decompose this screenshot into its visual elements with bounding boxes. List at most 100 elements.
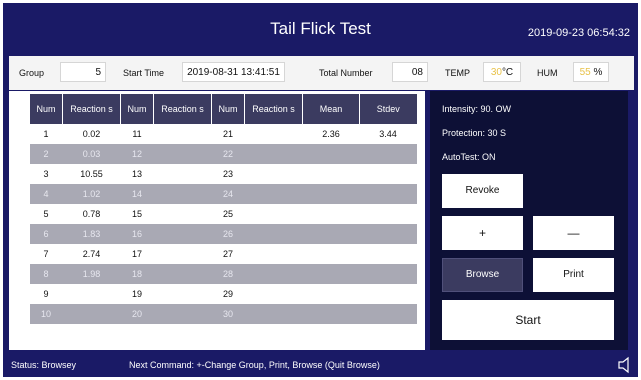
hum-field: 55 %	[573, 62, 609, 82]
column-header: Num	[29, 94, 63, 124]
table-cell	[153, 184, 212, 204]
table-cell: 18	[120, 264, 154, 284]
table-cell: 7	[43, 249, 49, 259]
autotest-value: ON	[482, 152, 496, 162]
protection-label: Protection:	[442, 128, 486, 138]
info-bar: Group 5 Start Time 2019-08-31 13:41:51 T…	[9, 56, 634, 90]
table-cell	[154, 284, 212, 304]
temp-value: 30	[490, 67, 502, 78]
table-cell: 6	[29, 224, 63, 244]
table-cell: 25	[222, 209, 233, 219]
hum-value: 55	[579, 67, 591, 78]
table-cell	[303, 284, 360, 304]
table-cell	[302, 224, 360, 244]
status-text: Status: Browsey	[11, 360, 77, 370]
hum-label: HUM	[537, 68, 558, 78]
table-row: 2 0.03 12 22	[29, 144, 417, 164]
table-cell	[302, 304, 360, 324]
table-cell: 24	[211, 184, 245, 204]
table-cell	[153, 224, 212, 244]
table-cell: 27	[222, 249, 233, 259]
table-cell: 4	[29, 184, 63, 204]
app-frame: Tail Flick Test 2019-09-23 06:54:32 Grou…	[3, 3, 638, 377]
total-number-field[interactable]: 08	[392, 62, 428, 82]
table-cell	[153, 304, 212, 324]
table-cell	[360, 284, 417, 304]
table-row: 4 1.02 14 24	[29, 184, 417, 204]
table-row: 1 0.02 11 21 2.36 3.44	[30, 124, 417, 144]
table-cell: 21	[222, 129, 233, 139]
autotest-setting: AutoTest: ON	[442, 152, 496, 162]
revoke-button[interactable]: Revoke	[442, 174, 523, 208]
table-cell	[360, 244, 417, 264]
intensity-value: 90. OW	[480, 104, 512, 114]
column-header: Reaction s	[62, 94, 121, 124]
table-cell: 13	[131, 169, 142, 179]
table-cell: 9	[43, 289, 49, 299]
table-cell	[154, 164, 212, 184]
table-cell	[154, 244, 212, 264]
table-cell: 26	[211, 224, 245, 244]
table-cell: 28	[211, 264, 245, 284]
table-cell	[302, 144, 360, 164]
table-cell	[153, 264, 212, 284]
table-cell: 17	[131, 249, 142, 259]
table-cell: 30	[211, 304, 245, 324]
table-cell: 12	[120, 144, 154, 164]
group-label: Group	[19, 68, 45, 78]
table-cell	[245, 124, 303, 144]
start-time-label: Start Time	[123, 68, 165, 78]
column-header: Reaction s	[244, 94, 303, 124]
speaker-icon[interactable]	[618, 356, 632, 379]
start-button[interactable]: Start	[442, 300, 614, 340]
print-button[interactable]: Print	[533, 258, 614, 292]
autotest-label: AutoTest:	[442, 152, 480, 162]
table-cell	[360, 164, 417, 184]
table-cell: 0.02	[82, 129, 101, 139]
control-panel: Intensity: 90. OW Protection: 30 S AutoT…	[430, 91, 628, 350]
table-cell: 19	[131, 289, 142, 299]
table-cell	[63, 284, 121, 304]
table-cell	[245, 204, 303, 224]
status-bar: Status: Browsey Next Command: +-Change G…	[3, 354, 638, 377]
column-header: Num	[120, 94, 154, 124]
minus-button[interactable]: —	[533, 216, 614, 250]
table-cell: 14	[120, 184, 154, 204]
group-field[interactable]: 5	[60, 62, 106, 82]
browse-button[interactable]: Browse	[442, 258, 523, 292]
intensity-label: Intensity:	[442, 104, 479, 114]
table-cell	[302, 264, 360, 284]
table-cell: 2	[29, 144, 63, 164]
table-cell	[244, 304, 303, 324]
table-cell	[154, 204, 212, 224]
table-cell: 1.83	[62, 224, 121, 244]
next-command-text: Next Command: +-Change Group, Print, Bro…	[129, 360, 380, 370]
table-row: 7 2.74 17 27	[30, 244, 417, 264]
table-cell: 1.98	[62, 264, 121, 284]
table-cell	[359, 184, 417, 204]
plus-button[interactable]: +	[442, 216, 523, 250]
table-cell: 0.03	[62, 144, 121, 164]
table-cell	[359, 304, 417, 324]
table-cell: 2.36	[322, 129, 340, 139]
column-header: Reaction s	[153, 94, 212, 124]
table-cell	[62, 304, 121, 324]
table-cell	[244, 224, 303, 244]
table-cell: 3.44	[379, 129, 397, 139]
table-cell	[359, 264, 417, 284]
intensity-setting: Intensity: 90. OW	[442, 104, 511, 114]
table-cell: 29	[222, 289, 233, 299]
table-cell	[303, 244, 360, 264]
table-row: 3 10.55 13 23	[30, 164, 417, 184]
table-row: 8 1.98 18 28	[29, 264, 417, 284]
table-cell	[245, 284, 303, 304]
table-cell	[244, 264, 303, 284]
table-cell	[154, 124, 212, 144]
table-cell: 20	[120, 304, 154, 324]
table-row: 10 20 30	[29, 304, 417, 324]
table-row: 6 1.83 16 26	[29, 224, 417, 244]
datetime: 2019-09-23 06:54:32	[527, 27, 630, 39]
start-time-field[interactable]: 2019-08-31 13:41:51	[182, 62, 285, 82]
table-cell	[360, 204, 417, 224]
temp-label: TEMP	[445, 68, 471, 78]
